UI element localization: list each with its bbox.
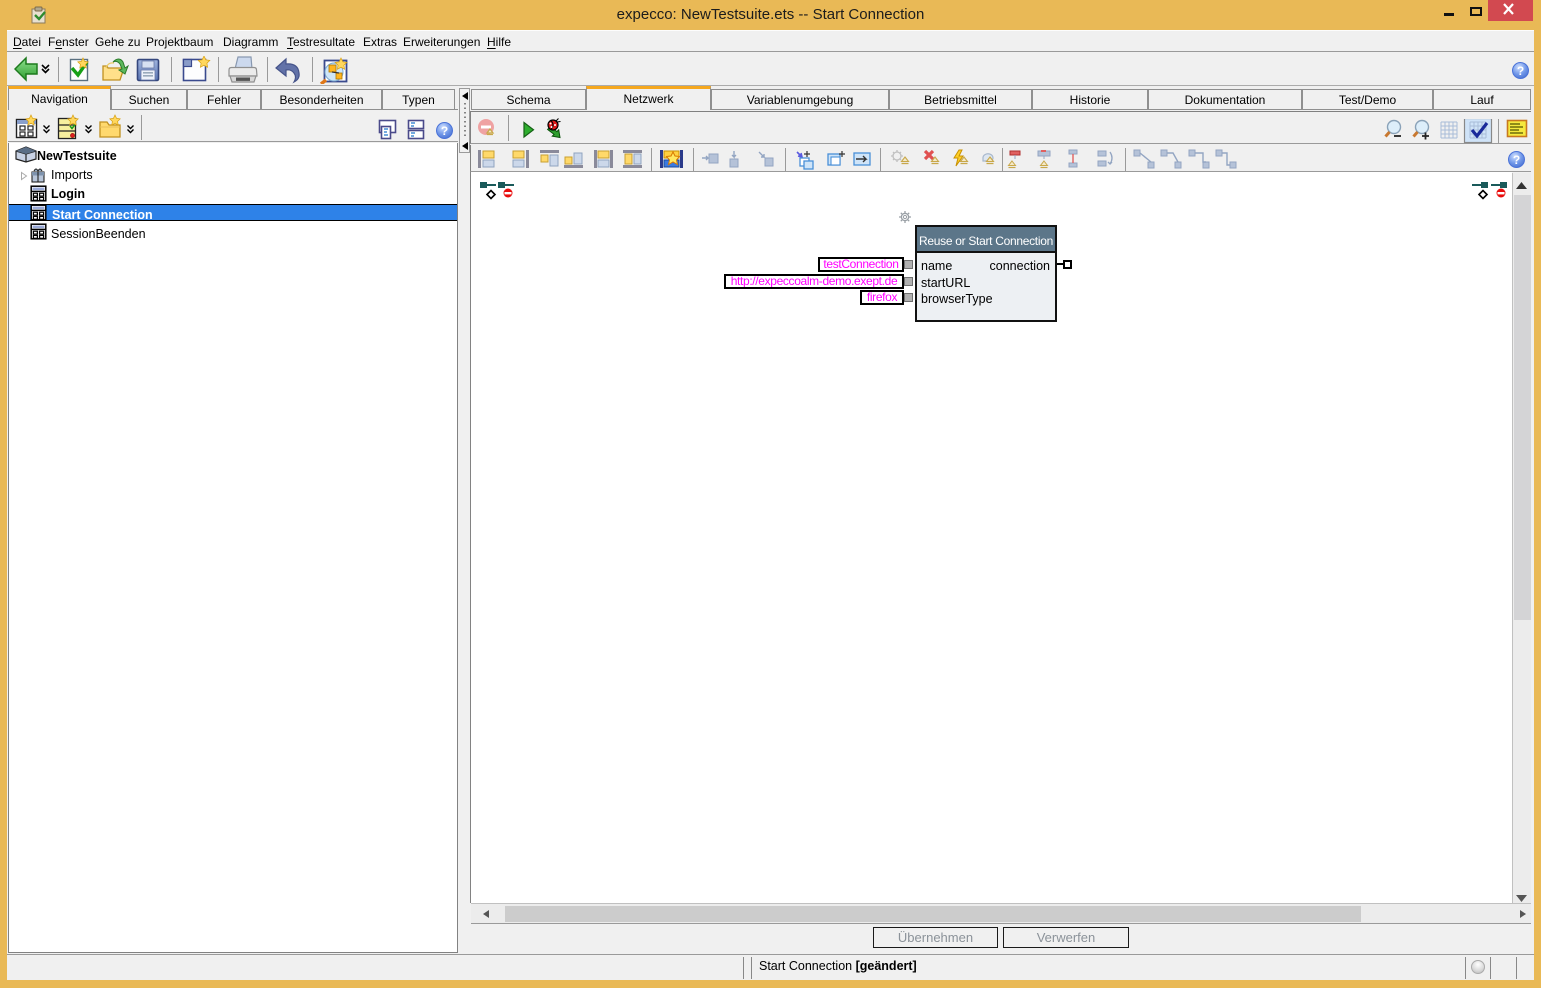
svg-text:?: ? xyxy=(1517,64,1524,78)
svg-text:?: ? xyxy=(1513,153,1520,167)
svg-text:?: ? xyxy=(441,124,448,138)
